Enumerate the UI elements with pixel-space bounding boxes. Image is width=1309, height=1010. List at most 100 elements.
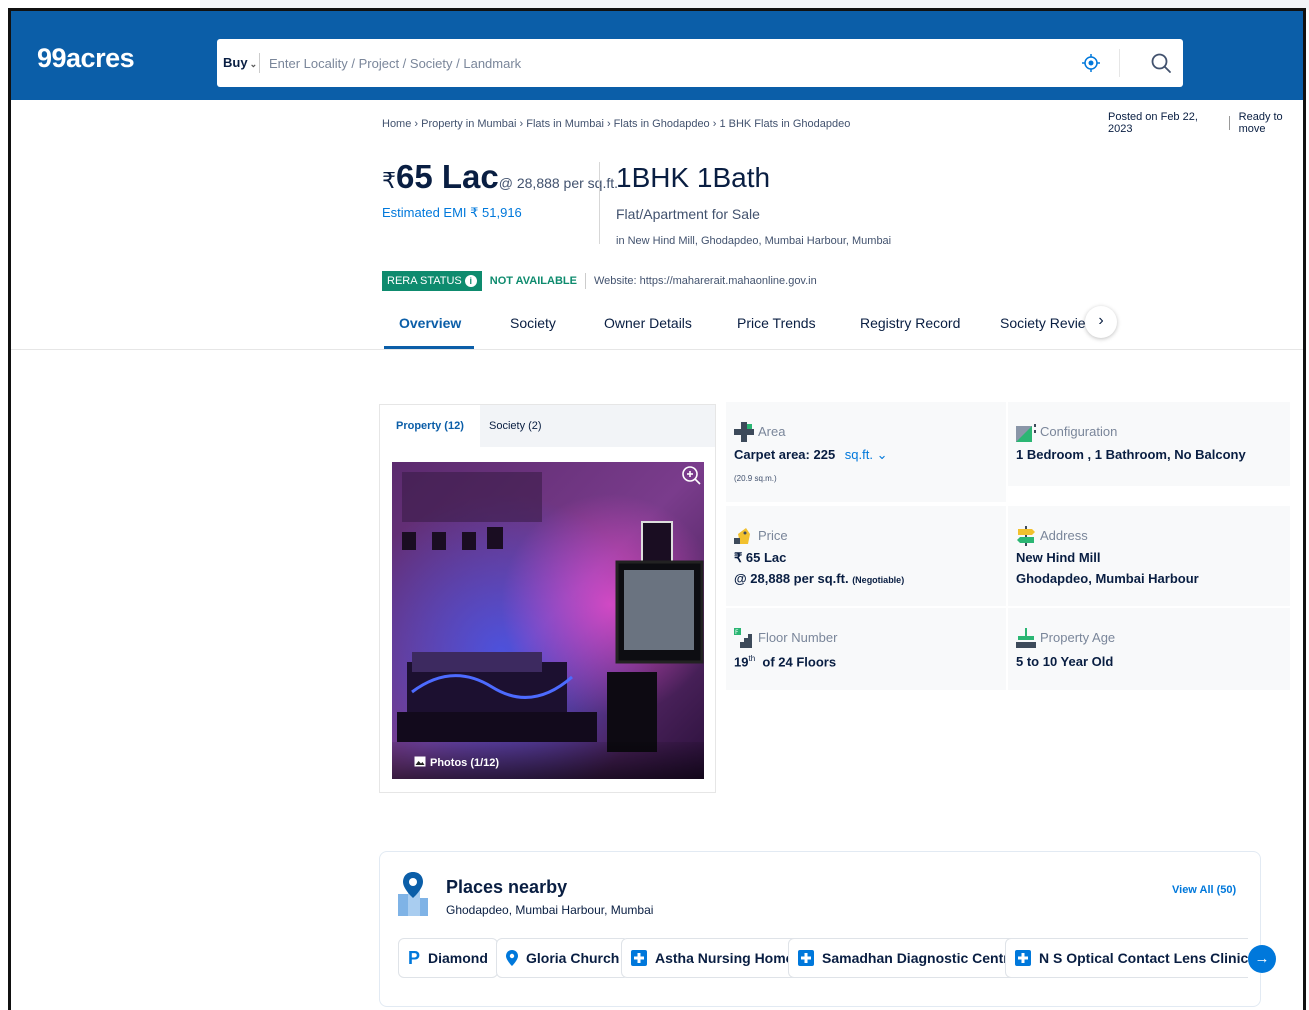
detail-label: Property Age [1040,630,1116,645]
window-border-right [1303,8,1306,1010]
arrow-right-icon[interactable]: → [1248,945,1276,973]
place-label: Diamond [428,950,488,966]
detail-area: Area Carpet area: 225 sq.ft. ⌄ (20.9 sq.… [726,402,1006,502]
location-pin-icon [506,950,518,966]
area-icon [734,422,754,442]
area-sqm: (20.9 sq.m.) [734,474,777,483]
divider [259,53,260,73]
detail-price: Price ₹ 65 Lac @ 28,888 per sq.ft. (Nego… [726,506,1006,606]
detail-label: Floor Number [758,630,838,645]
divider [599,162,600,244]
estimated-emi-link[interactable]: Estimated EMI ₹ 51,916 [382,205,522,221]
price-value: 65 Lac [396,158,499,195]
tab-property-photos[interactable]: Property (12) [380,405,480,447]
floor-number: 19 [734,654,749,670]
svg-text:F: F [735,629,739,636]
tab-owner-details[interactable]: Owner Details [604,315,692,331]
tab-society[interactable]: Society [510,315,556,331]
photo-count-button[interactable]: Photos (1/12) [414,756,499,770]
rera-status: NOT AVAILABLE [489,275,577,287]
signpost-icon [1016,526,1036,546]
place-label: Samadhan Diagnostic Centre [822,950,1017,966]
hospital-icon [798,950,814,966]
detail-value: Carpet area: 225 sq.ft. ⌄ [734,447,888,463]
configuration-icon [1016,422,1036,442]
detail-value: 19th of 24 Floors [734,654,836,669]
detail-value-2: @ 28,888 per sq.ft. (Negotiable) [734,571,904,586]
floor-icon: F [734,628,754,648]
detail-value: 5 to 10 Year Old [1016,654,1114,669]
rera-website[interactable]: Website: https://maharerait.mahaonline.g… [586,275,817,287]
photo-gallery: Property (12) Society (2) Photos (1/12) [379,404,716,793]
place-label: Astha Nursing Home [655,950,794,966]
unit-dropdown[interactable]: sq.ft. ⌄ [845,447,888,462]
locate-icon[interactable] [1081,53,1101,73]
breadcrumb[interactable]: Home › Property in Mumbai › Flats in Mum… [382,118,850,130]
place-chip[interactable]: N S Optical Contact Lens Clinic Ghat [1005,938,1248,978]
listing-title: 1BHK 1Bath [616,162,771,193]
search-bar: Buy ⌄ [217,39,1183,87]
detail-value: New Hind Mill [1016,550,1101,565]
negotiable-note: (Negotiable) [852,575,905,585]
tab-price-trends[interactable]: Price Trends [737,315,816,331]
tab-overview[interactable]: Overview [399,315,461,331]
property-photo[interactable]: Photos (1/12) [392,462,704,779]
detail-floor: F Floor Number 19th of 24 Floors [726,608,1006,690]
tab-society-photos[interactable]: Society (2) [473,405,558,447]
detail-value-2: Ghodapdeo, Mumbai Harbour [1016,571,1199,586]
price-per-sqft: @ 28,888 per sq.ft. [498,175,619,191]
price-per-sqft-detail: @ 28,888 per sq.ft. [734,571,849,586]
detail-value: 1 Bedroom , 1 Bathroom, No Balcony [1016,447,1246,462]
property-details-grid: Area Carpet area: 225 sq.ft. ⌄ (20.9 sq.… [726,402,1290,690]
window-border-left [8,8,11,1010]
detail-property-age: Property Age 5 to 10 Year Old [1008,608,1290,690]
search-input[interactable] [269,48,1069,78]
tab-registry-record[interactable]: Registry Record [860,315,960,331]
image-icon [414,756,426,770]
logo[interactable]: 99acres [37,43,135,74]
property-type: Flat/Apartment for Sale [616,206,760,222]
price-tag-icon [734,526,754,546]
detail-label: Configuration [1040,424,1118,439]
info-icon[interactable]: i [464,275,477,287]
detail-configuration: Configuration 1 Bedroom , 1 Bathroom, No… [1008,402,1290,486]
photo-footer: Photos (1/12) [392,742,704,779]
place-chip[interactable]: P Diamond [398,938,498,978]
parking-icon: P [408,947,421,968]
price: ₹65 Lac [382,158,499,195]
gallery-tabs: Property (12) Society (2) [380,405,715,447]
posted-info: Posted on Feb 22, 2023 Ready to move [1108,111,1309,135]
floor-ordinal: th [748,654,756,663]
buy-dropdown[interactable]: Buy ⌄ [223,55,257,70]
chevron-right-icon[interactable]: › [1085,306,1117,338]
price-block: ₹65 Lac@ 28,888 per sq.ft. [382,158,618,196]
hospital-icon [1015,950,1031,966]
place-chip[interactable]: Astha Nursing Home [621,938,804,978]
carpet-area-value: Carpet area: 225 [734,447,836,462]
rera-row: RERA STATUS i NOT AVAILABLE Website: htt… [382,270,817,292]
zoom-icon[interactable] [680,464,702,486]
rera-badge[interactable]: RERA STATUS i [382,271,482,291]
unit-label: sq.ft. [844,447,873,462]
place-chip[interactable]: Gloria Church [496,938,630,978]
chevron-down-icon: ⌄ [249,59,258,69]
places-title: Places nearby [446,877,568,897]
photo-image [392,462,704,779]
photo-count-label: Photos (1/12) [430,757,500,769]
detail-label: Address [1040,528,1088,543]
view-all-link[interactable]: View All (50) [1172,884,1236,896]
buy-label: Buy [223,55,248,70]
site-header: 99acres Buy ⌄ [11,11,1303,100]
divider [1119,49,1120,77]
search-icon[interactable] [1149,51,1173,75]
places-subtitle: Ghodapdeo, Mumbai Harbour, Mumbai [446,903,654,917]
detail-label: Area [758,424,786,439]
places-nearby-card: Places nearby Ghodapdeo, Mumbai Harbour,… [379,851,1261,1007]
detail-address: Address New Hind Mill Ghodapdeo, Mumbai … [1008,506,1290,606]
detail-label: Price [758,528,788,543]
place-label: Gloria Church [526,950,620,966]
place-label: N S Optical Contact Lens Clinic Ghat [1039,950,1248,966]
hospital-icon [631,950,647,966]
posted-date: Posted on Feb 22, 2023 [1108,111,1198,135]
place-chip[interactable]: Samadhan Diagnostic Centre [788,938,1027,978]
